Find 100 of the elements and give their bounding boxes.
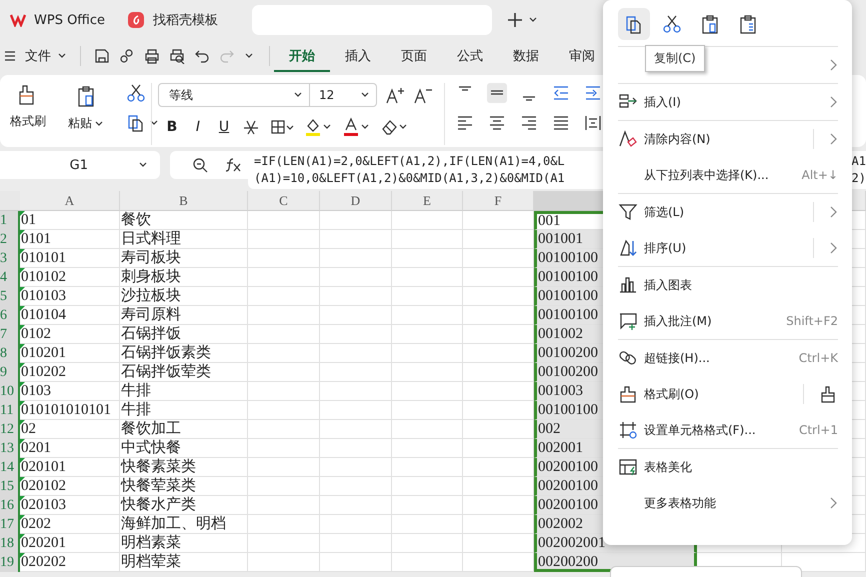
- row-header[interactable]: 18: [0, 534, 20, 553]
- column-header[interactable]: A: [20, 191, 120, 211]
- table-cell: [392, 515, 463, 534]
- print-preview-icon[interactable]: [169, 48, 185, 64]
- grow-font-icon[interactable]: [385, 85, 405, 105]
- table-cell: 餐饮加工: [120, 420, 248, 439]
- font-size-dropdown[interactable]: 12: [309, 83, 377, 107]
- row-header[interactable]: 2: [0, 230, 20, 249]
- chevron-right-icon[interactable]: [828, 132, 838, 146]
- ribbon-tab[interactable]: 插入: [330, 40, 386, 72]
- text-style-button[interactable]: U: [216, 119, 232, 135]
- zoom-icon[interactable]: [192, 157, 208, 173]
- row-header[interactable]: 17: [0, 515, 20, 534]
- quick-action-button[interactable]: [618, 8, 650, 40]
- tooltip: 复制(C): [645, 45, 705, 72]
- fill-color-icon[interactable]: [304, 117, 332, 137]
- copy-button[interactable]: [126, 113, 159, 133]
- row-header[interactable]: 9: [0, 363, 20, 382]
- format-painter-button[interactable]: 格式刷: [10, 83, 46, 133]
- table-cell: [320, 268, 392, 287]
- scissors-icon: [662, 14, 682, 34]
- plus-icon[interactable]: [507, 12, 523, 28]
- document-tab[interactable]: 找稻壳模板: [117, 5, 247, 35]
- table-cell: [320, 287, 392, 306]
- borders-icon[interactable]: [270, 118, 294, 136]
- row-header[interactable]: 10: [0, 382, 20, 401]
- table-cell: [320, 439, 392, 458]
- table-cell: [392, 458, 463, 477]
- chevron-right-icon[interactable]: [828, 241, 838, 255]
- ribbon-tab[interactable]: 公式: [442, 40, 498, 72]
- table-cell: [248, 458, 320, 477]
- ribbon-tab[interactable]: 审阅: [554, 40, 610, 72]
- align-middle-icon[interactable]: [487, 83, 507, 103]
- document-tab[interactable]: WPS Office: [0, 5, 112, 35]
- table-cell: 牛排: [120, 401, 248, 420]
- table-cell: 快餐荤菜类: [120, 477, 248, 496]
- column-header[interactable]: D: [320, 191, 392, 211]
- ribbon-tab[interactable]: 页面: [386, 40, 442, 72]
- table-cell: 寿司板块: [120, 249, 248, 268]
- table-cell: [320, 325, 392, 344]
- font-dropdown[interactable]: 等线: [158, 83, 310, 107]
- column-header[interactable]: E: [392, 191, 463, 211]
- table-cell: [320, 420, 392, 439]
- row-header[interactable]: 4: [0, 268, 20, 287]
- file-menu[interactable]: 文件: [25, 47, 67, 65]
- table-cell: 020103: [20, 496, 120, 515]
- undo-icon[interactable]: [194, 48, 210, 64]
- bar-chart-icon: [618, 275, 638, 295]
- table-cell: 寿司原料: [120, 306, 248, 325]
- row-header[interactable]: 8: [0, 344, 20, 363]
- share-icon[interactable]: [119, 48, 135, 64]
- filter-icon: [618, 202, 638, 222]
- row-header[interactable]: 3: [0, 249, 20, 268]
- text-style-button[interactable]: I: [190, 119, 206, 135]
- ribbon-tab[interactable]: 数据: [498, 40, 554, 72]
- print-icon[interactable]: [144, 48, 160, 64]
- table-cell: [320, 458, 392, 477]
- table-cell: [248, 230, 320, 249]
- paste-button[interactable]: 粘贴: [60, 83, 112, 133]
- row-header[interactable]: 11: [0, 401, 20, 420]
- name-box[interactable]: G1: [0, 151, 160, 179]
- function-icon[interactable]: [224, 157, 242, 173]
- table-cell: [320, 496, 392, 515]
- distributed-icon[interactable]: [583, 113, 603, 133]
- table-cell: [320, 477, 392, 496]
- row-header[interactable]: 1: [0, 211, 20, 230]
- save-icon[interactable]: [94, 48, 110, 64]
- table-cell: 石锅拌饭素类: [120, 344, 248, 363]
- strikethrough-icon[interactable]: [242, 118, 260, 136]
- scissors-icon[interactable]: [126, 83, 146, 103]
- chevron-right-icon[interactable]: [828, 95, 838, 109]
- row-header[interactable]: 15: [0, 477, 20, 496]
- row-header[interactable]: 7: [0, 325, 20, 344]
- row-header[interactable]: 14: [0, 458, 20, 477]
- menu-icon[interactable]: [4, 50, 16, 62]
- menu-item[interactable]: 插入(I): [618, 84, 838, 120]
- table-cell: [248, 325, 320, 344]
- column-header[interactable]: B: [120, 191, 248, 211]
- table-cell: 快餐水产类: [120, 496, 248, 515]
- text-style-button[interactable]: B: [164, 119, 180, 135]
- column-header[interactable]: C: [248, 191, 320, 211]
- row-header[interactable]: 5: [0, 287, 20, 306]
- row-header[interactable]: 19: [0, 553, 20, 572]
- row-header[interactable]: 12: [0, 420, 20, 439]
- chevron-right-icon[interactable]: [828, 58, 838, 72]
- table-cell: 010202: [20, 363, 120, 382]
- table-cell: [392, 211, 463, 230]
- chevron-right-icon[interactable]: [828, 205, 838, 219]
- font-color-icon[interactable]: [342, 117, 370, 137]
- table-cell: [392, 268, 463, 287]
- table-cell: 010101010101: [20, 401, 120, 420]
- table-cell: 餐饮: [120, 211, 248, 230]
- table-cell: 明档荤菜: [120, 553, 248, 572]
- chevron-right-icon[interactable]: [828, 496, 838, 510]
- column-header[interactable]: F: [463, 191, 534, 211]
- ribbon-tab[interactable]: 开始: [274, 40, 330, 72]
- row-header[interactable]: 13: [0, 439, 20, 458]
- row-header[interactable]: 6: [0, 306, 20, 325]
- table-cell: [248, 268, 320, 287]
- row-header[interactable]: 16: [0, 496, 20, 515]
